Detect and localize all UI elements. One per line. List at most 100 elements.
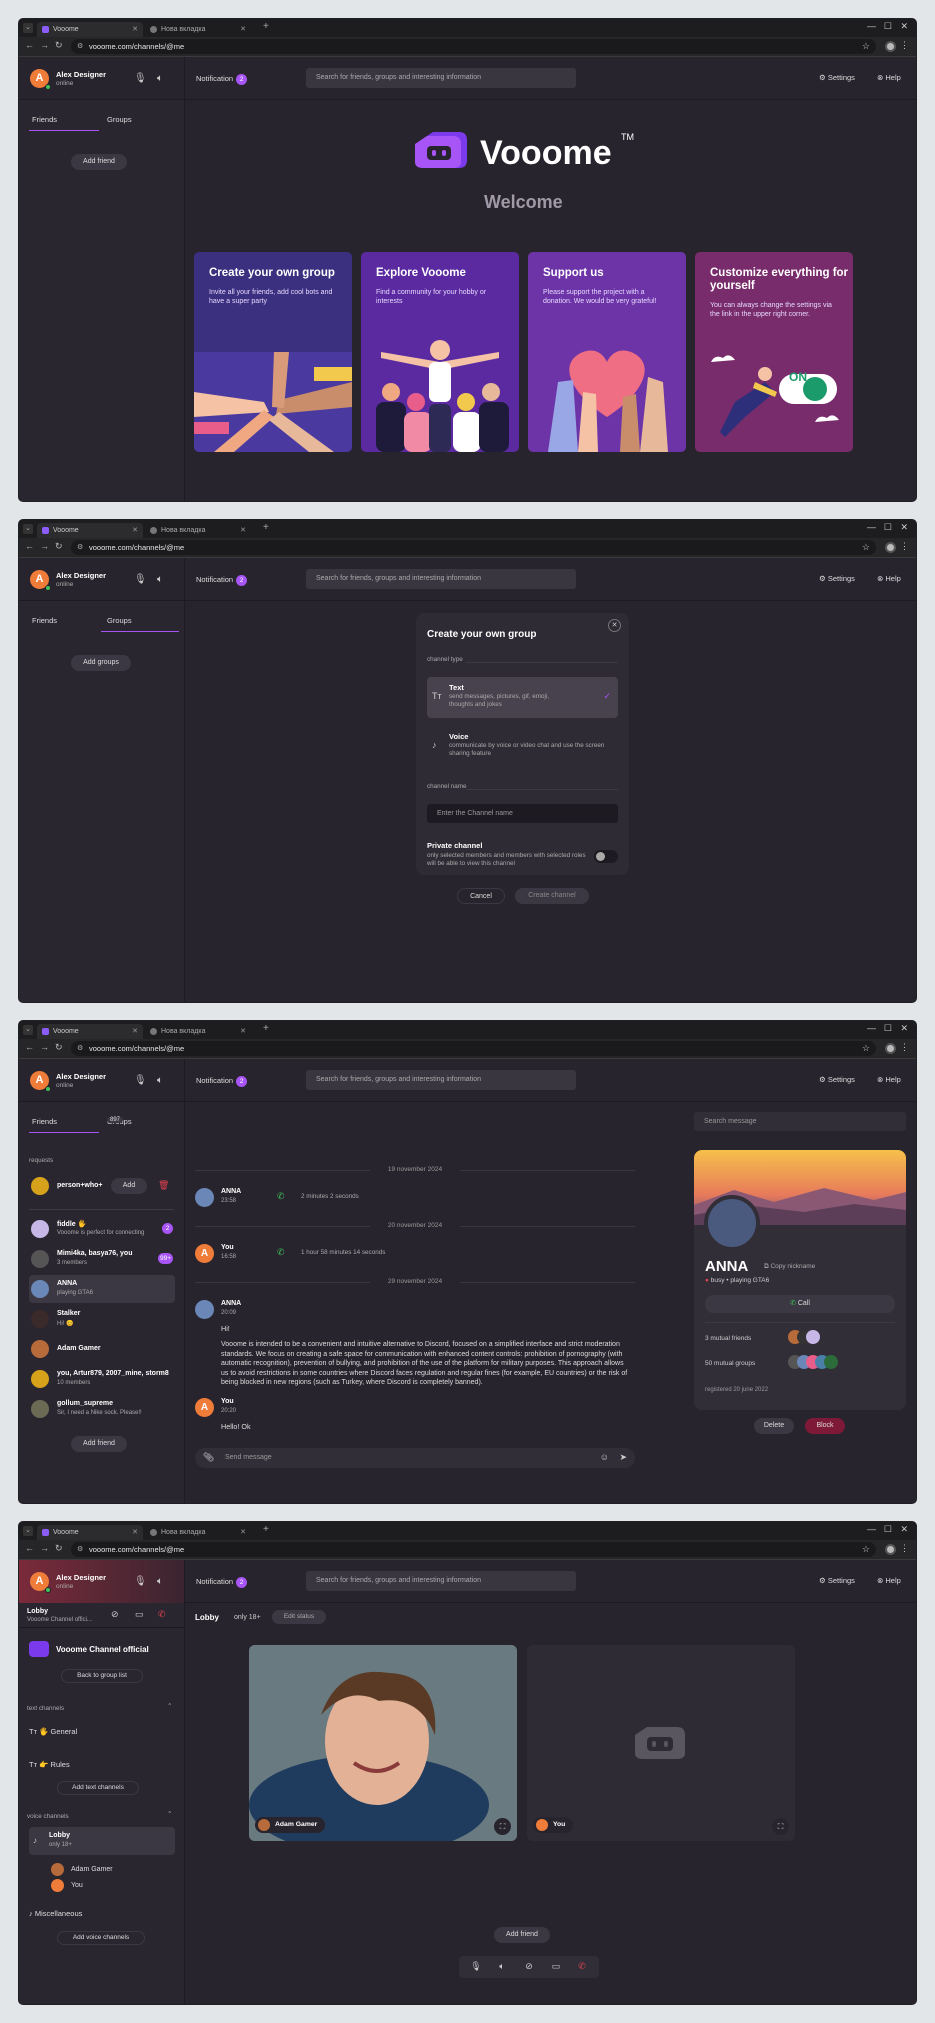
settings-button[interactable]: ⚙ Settings — [819, 73, 855, 82]
channel-rules[interactable]: Tт 👉 Rules — [29, 1760, 70, 1769]
global-search-input[interactable]: Search for friends, groups and interesti… — [306, 68, 576, 88]
hang-up-icon[interactable]: ✆ — [158, 1609, 166, 1620]
edit-status-button[interactable]: Edit status — [272, 1610, 326, 1624]
friend-row[interactable]: you, Artur879, 2007_mine, storm8 10 membe… — [29, 1365, 175, 1393]
block-button[interactable]: Block — [805, 1418, 845, 1434]
site-info-icon[interactable]: ⚙ — [77, 39, 83, 54]
minimize-icon[interactable]: — — [867, 21, 876, 31]
copy-nickname-button[interactable]: ⧉ Copy nickname — [764, 1263, 815, 1271]
bookmark-star-icon[interactable]: ☆ — [862, 39, 870, 54]
help-button[interactable]: ⊗ Help — [877, 1075, 901, 1084]
browser-tab-new[interactable]: Нова вкладка ✕ — [145, 1024, 251, 1039]
maximize-icon[interactable]: ☐ — [884, 21, 892, 32]
mic-icon[interactable]: 🎙︎ — [134, 1576, 147, 1587]
global-search-input[interactable]: Search for friends, groups and interesti… — [306, 1571, 576, 1591]
url-input[interactable]: ⚙ vooome.com/channels/@me ☆ — [71, 1542, 876, 1557]
close-icon[interactable]: ✕ — [608, 619, 621, 632]
add-friend-button[interactable]: Add friend — [71, 1436, 127, 1452]
bookmark-star-icon[interactable]: ☆ — [862, 1041, 870, 1056]
reload-icon[interactable]: ↻ — [55, 40, 63, 51]
back-icon[interactable]: ← — [25, 541, 34, 551]
browser-tab-active[interactable]: Vooome ✕ — [37, 523, 143, 538]
site-info-icon[interactable]: ⚙ — [77, 1542, 83, 1557]
maximize-icon[interactable]: ☐ — [884, 1524, 892, 1535]
cancel-button[interactable]: Cancel — [457, 888, 505, 904]
settings-button[interactable]: ⚙ Settings — [819, 574, 855, 583]
minimize-icon[interactable]: — — [867, 1023, 876, 1033]
notification-button[interactable]: Notification 2 — [196, 575, 248, 586]
notification-button[interactable]: Notification 2 — [196, 74, 248, 85]
voice-channel-lobby[interactable]: ♪ Lobby only 18+ — [29, 1827, 175, 1855]
card-support[interactable]: Support us Please support the project wi… — [528, 252, 686, 452]
add-friend-button[interactable]: Add friend — [494, 1927, 550, 1943]
friend-row[interactable]: Mimi4ka, basya76, you 3 members 99+ — [29, 1245, 175, 1273]
add-voice-channels-button[interactable]: Add voice channels — [57, 1931, 145, 1945]
tab-friends[interactable]: Friends — [32, 616, 57, 625]
notification-button[interactable]: Notification 2 — [196, 1577, 248, 1588]
channel-general[interactable]: Tт 🖐 General — [29, 1727, 77, 1736]
mic-icon[interactable]: 🎙︎ — [134, 1075, 147, 1086]
back-icon[interactable]: ← — [25, 1543, 34, 1553]
bookmark-star-icon[interactable]: ☆ — [862, 540, 870, 555]
accept-request-button[interactable]: Add — [111, 1178, 147, 1194]
url-input[interactable]: ⚙ vooome.com/channels/@me ☆ — [71, 540, 876, 555]
screen-share-icon[interactable]: ▭ — [135, 1609, 144, 1620]
mic-icon[interactable]: 🎙︎ — [134, 73, 147, 84]
browser-tab-active[interactable]: Vooome ✕ — [37, 1024, 143, 1039]
tab-search-button[interactable]: ⌄ — [23, 1025, 33, 1035]
close-tab-icon[interactable]: ✕ — [240, 523, 246, 538]
site-info-icon[interactable]: ⚙ — [77, 1041, 83, 1056]
site-info-icon[interactable]: ⚙ — [77, 540, 83, 555]
browser-tab-new[interactable]: Нова вкладка ✕ — [145, 1525, 251, 1540]
speaker-icon[interactable]: 🔈︎ — [493, 1961, 511, 1972]
close-tab-icon[interactable]: ✕ — [240, 1024, 246, 1039]
private-toggle[interactable] — [594, 850, 618, 863]
friend-row[interactable]: Stalker Hi! 😊 — [29, 1305, 175, 1333]
profile-icon[interactable] — [885, 1544, 896, 1555]
friend-row[interactable]: fiddle 🖐 Vooome is perfect for connecting… — [29, 1215, 175, 1243]
speaker-icon[interactable]: 🔈︎ — [157, 1075, 163, 1086]
browser-tab-new[interactable]: Нова вкладка ✕ — [145, 523, 251, 538]
minimize-icon[interactable]: — — [867, 1524, 876, 1534]
menu-dots-icon[interactable]: ⋮ — [900, 1042, 909, 1053]
close-tab-icon[interactable]: ✕ — [240, 1525, 246, 1540]
minimize-icon[interactable]: — — [867, 522, 876, 532]
url-input[interactable]: ⚙ vooome.com/channels/@me ☆ — [71, 39, 876, 54]
close-window-icon[interactable]: ✕ — [900, 522, 908, 533]
global-search-input[interactable]: Search for friends, groups and interesti… — [306, 1070, 576, 1090]
mic-icon[interactable]: 🎙︎ — [134, 574, 147, 585]
help-button[interactable]: ⊗ Help — [877, 73, 901, 82]
channel-name-input[interactable]: Enter the Channel name — [427, 804, 618, 823]
menu-dots-icon[interactable]: ⋮ — [900, 541, 909, 552]
close-tab-icon[interactable]: ✕ — [132, 1024, 138, 1039]
video-tile-adam[interactable]: Adam Gamer ⛶ — [249, 1645, 517, 1841]
card-create-group[interactable]: Create your own group Invite all your fr… — [194, 252, 352, 452]
message-input[interactable]: Send message — [225, 1454, 272, 1461]
profile-icon[interactable] — [885, 542, 896, 553]
help-button[interactable]: ⊗ Help — [877, 1576, 901, 1585]
tab-groups[interactable]: Groups — [107, 115, 132, 124]
tab-friends[interactable]: Friends — [32, 115, 57, 124]
tab-groups[interactable]: Groups — [107, 616, 132, 625]
new-tab-button[interactable]: + — [263, 1023, 269, 1034]
tab-search-button[interactable]: ⌄ — [23, 1526, 33, 1536]
speaker-icon[interactable]: 🔈︎ — [157, 574, 163, 585]
friend-row[interactable]: Adam Gamer — [29, 1335, 175, 1363]
maximize-icon[interactable]: ☐ — [884, 1023, 892, 1034]
paperclip-icon[interactable]: 📎︎ — [203, 1452, 214, 1463]
tab-search-button[interactable]: ⌄ — [23, 524, 33, 534]
url-input[interactable]: ⚙ vooome.com/channels/@me ☆ — [71, 1041, 876, 1056]
emoji-icon[interactable]: ☺ — [600, 1452, 609, 1462]
back-icon[interactable]: ← — [25, 1042, 34, 1052]
profile-icon[interactable] — [885, 41, 896, 52]
settings-button[interactable]: ⚙ Settings — [819, 1075, 855, 1084]
close-window-icon[interactable]: ✕ — [900, 1023, 908, 1034]
card-customize[interactable]: Customize everything for yourself You ca… — [695, 252, 853, 452]
menu-dots-icon[interactable]: ⋮ — [900, 40, 909, 51]
fullscreen-icon[interactable]: ⛶ — [494, 1818, 511, 1835]
add-groups-button[interactable]: Add groups — [71, 655, 131, 671]
maximize-icon[interactable]: ☐ — [884, 522, 892, 533]
camera-off-icon[interactable]: ⊘ — [520, 1961, 538, 1972]
search-message-input[interactable]: Search message — [694, 1112, 906, 1131]
create-channel-button[interactable]: Create channel — [515, 888, 589, 904]
